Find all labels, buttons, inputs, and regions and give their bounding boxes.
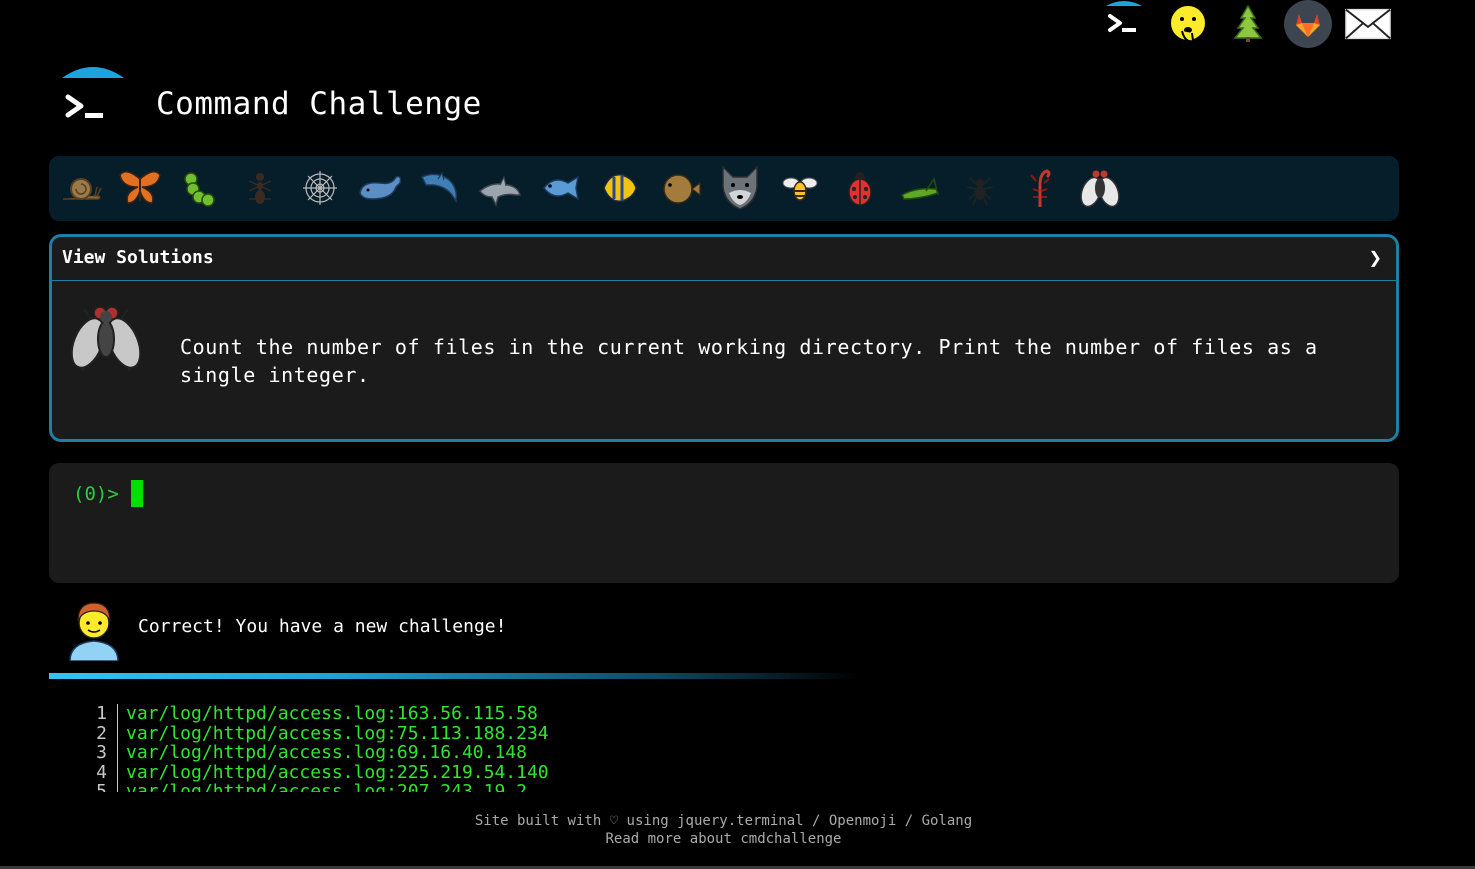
feedback-message: Correct! You have a new challenge!	[138, 616, 507, 637]
output-row: 1 var/log/httpd/access.log:163.56.115.58	[70, 704, 870, 724]
view-solutions-toggle[interactable]: View Solutions ❯	[52, 237, 1396, 281]
line-text: var/log/httpd/access.log:225.219.54.140	[126, 761, 549, 783]
progress-bar	[49, 673, 859, 679]
shushing-face-icon[interactable]	[1164, 0, 1212, 48]
line-text: var/log/httpd/access.log:75.113.188.234	[126, 722, 549, 744]
line-number: 3	[70, 743, 118, 763]
line-number: 4	[70, 762, 118, 782]
spider-icon[interactable]	[952, 160, 1008, 216]
page-title: Command Challenge	[156, 86, 482, 122]
terminal-cursor[interactable]	[131, 480, 143, 507]
wolf-icon[interactable]	[712, 160, 768, 216]
output-row: 5 var/log/httpd/access.log:207.243.19.2	[70, 782, 870, 792]
terminal[interactable]: (0)>	[49, 463, 1399, 583]
challenge-description: Count the number of files in the current…	[180, 333, 1360, 389]
fly-icon	[66, 297, 146, 381]
blowfish-icon[interactable]	[652, 160, 708, 216]
line-text: var/log/httpd/access.log:207.243.19.2	[126, 781, 527, 792]
tree-icon[interactable]	[1224, 0, 1272, 48]
line-number: 2	[70, 723, 118, 743]
logo-terminal-icon[interactable]	[58, 64, 128, 134]
line-text: var/log/httpd/access.log:69.16.40.148	[126, 742, 527, 763]
caterpillar-icon[interactable]	[172, 160, 228, 216]
snail-icon[interactable]	[52, 160, 108, 216]
output-row: 4 var/log/httpd/access.log:225.219.54.14…	[70, 761, 870, 783]
terminal-icon[interactable]	[1100, 0, 1148, 48]
scorpion-icon[interactable]	[1012, 160, 1068, 216]
fish-icon[interactable]	[532, 160, 588, 216]
bee-icon[interactable]	[772, 160, 828, 216]
top-icon-bar	[1100, 0, 1400, 48]
dolphin-gray-icon[interactable]	[472, 160, 528, 216]
dolphin-icon[interactable]	[412, 160, 468, 216]
chevron-right-icon[interactable]: ❯	[1369, 247, 1382, 271]
output-row: 3 var/log/httpd/access.log:69.16.40.148	[70, 743, 870, 763]
fly-icon[interactable]	[1072, 160, 1128, 216]
line-number: 5	[70, 782, 118, 792]
line-number: 1	[70, 704, 118, 724]
spider-web-icon[interactable]	[292, 160, 348, 216]
view-solutions-label[interactable]: View Solutions	[62, 247, 214, 268]
avatar	[66, 597, 122, 662]
terminal-prompt: (0)>	[73, 483, 119, 505]
envelope-icon[interactable]	[1344, 0, 1392, 48]
footer: Site built with ♡ using jquery.terminal …	[0, 812, 1447, 848]
lady-beetle-icon[interactable]	[832, 160, 888, 216]
butterfly-icon[interactable]	[112, 160, 168, 216]
challenge-panel: View Solutions ❯ Count the number of fil…	[49, 234, 1399, 442]
challenge-text: Count the number of files in the current…	[180, 335, 1318, 387]
footer-credits[interactable]: Site built with ♡ using jquery.terminal …	[0, 812, 1447, 830]
footer-read-more-link[interactable]: Read more about cmdchallenge	[0, 830, 1447, 848]
tropical-fish-icon[interactable]	[592, 160, 648, 216]
critter-bar	[49, 156, 1399, 221]
line-text: var/log/httpd/access.log:163.56.115.58	[126, 704, 538, 724]
output-listing: 1 var/log/httpd/access.log:163.56.115.58…	[70, 704, 870, 792]
output-row: 2 var/log/httpd/access.log:75.113.188.23…	[70, 722, 870, 744]
gitlab-icon[interactable]	[1284, 0, 1332, 48]
ant-icon[interactable]	[232, 160, 288, 216]
cricket-icon[interactable]	[892, 160, 948, 216]
whale-icon[interactable]	[352, 160, 408, 216]
